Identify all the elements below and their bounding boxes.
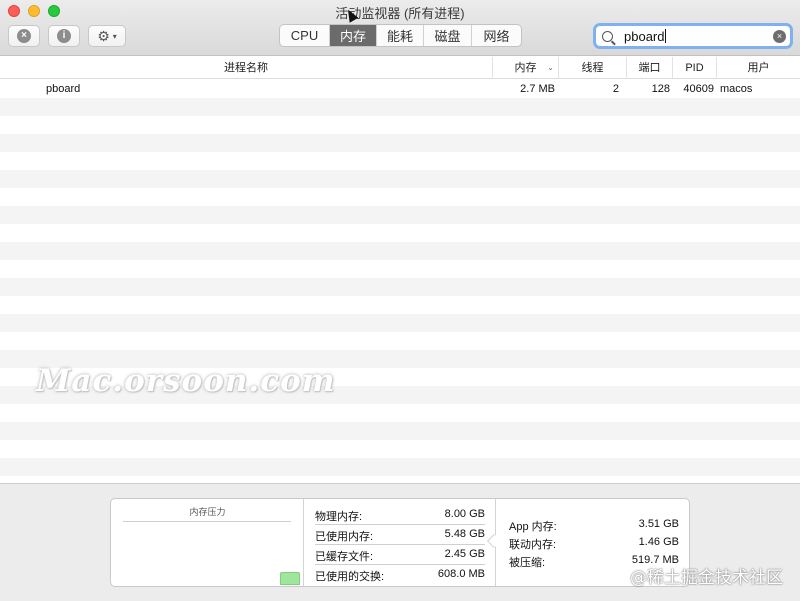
list-stripe <box>0 116 800 134</box>
stat-physical-memory: 物理内存: 8.00 GB <box>315 508 485 523</box>
stat-memory-used: 已使用内存: 5.48 GB <box>315 528 485 543</box>
window-title: 活动监视器 (所有进程) <box>335 6 465 21</box>
process-user: macos <box>720 83 753 95</box>
table-row[interactable]: pboard 2.7 MB 2 128 40609 macos <box>0 80 800 98</box>
memory-pressure-graph: 内存压力 <box>111 499 304 586</box>
tab-network[interactable]: 网络 <box>472 25 521 46</box>
column-memory[interactable]: 内存 ⌄ <box>492 57 558 79</box>
list-stripe <box>0 98 800 116</box>
activity-monitor-window: 活动监视器 (所有进程) × i ⚙ ▾ CPU 内存 能耗 磁盘 网络 pbo… <box>0 0 800 601</box>
process-list: pboard 2.7 MB 2 128 40609 macos Mac.orso… <box>0 80 800 483</box>
tab-memory[interactable]: 内存 <box>330 25 377 46</box>
search-input[interactable]: pboard <box>624 28 667 44</box>
inspect-process-button[interactable]: i <box>48 25 80 47</box>
process-memory: 2.7 MB <box>520 83 555 95</box>
pressure-graph-baseline <box>123 521 291 522</box>
list-stripe <box>0 332 800 350</box>
list-stripe <box>0 404 800 422</box>
stat-swap-used: 已使用的交换: 608.0 MB <box>315 568 485 583</box>
list-stripe <box>0 296 800 314</box>
list-stripe <box>0 458 800 476</box>
info-circle-icon: i <box>57 29 71 43</box>
list-stripe <box>0 206 800 224</box>
list-stripe <box>0 224 800 242</box>
stop-process-button[interactable]: × <box>8 25 40 47</box>
x-circle-icon: × <box>17 29 31 43</box>
sort-descending-icon: ⌄ <box>547 63 554 72</box>
column-pid[interactable]: PID <box>672 57 716 79</box>
category-tabs: CPU 内存 能耗 磁盘 网络 <box>279 24 522 47</box>
list-stripe <box>0 422 800 440</box>
stat-app-memory: App 内存: 3.51 GB <box>509 518 679 533</box>
toolbar: 活动监视器 (所有进程) × i ⚙ ▾ CPU 内存 能耗 磁盘 网络 pbo… <box>0 0 800 56</box>
gear-icon: ⚙ <box>97 27 110 44</box>
column-user[interactable]: 用户 <box>716 57 800 79</box>
list-stripe <box>0 314 800 332</box>
column-header: 进程名称 内存 ⌄ 线程 端口 PID 用户 <box>0 57 800 79</box>
list-stripe <box>0 278 800 296</box>
tab-energy[interactable]: 能耗 <box>377 25 424 46</box>
process-name: pboard <box>46 83 81 95</box>
list-stripe <box>0 260 800 278</box>
process-ports: 128 <box>651 83 670 95</box>
list-stripe <box>0 170 800 188</box>
search-icon <box>602 30 613 42</box>
memory-pressure-title: 内存压力 <box>189 507 226 517</box>
physical-memory-stats: 物理内存: 8.00 GB 已使用内存: 5.48 GB 已缓存文件: 2.45… <box>305 499 495 586</box>
list-stripe <box>0 440 800 458</box>
memory-pressure-bar <box>280 572 300 585</box>
action-menu-button[interactable]: ⚙ ▾ <box>88 25 126 47</box>
source-credit: @稀土掘金技术社区 <box>630 568 783 588</box>
chevron-down-icon: ▾ <box>112 31 117 41</box>
list-stripe <box>0 134 800 152</box>
process-pid: 40609 <box>683 83 714 95</box>
stat-cached-files: 已缓存文件: 2.45 GB <box>315 548 485 563</box>
process-threads: 2 <box>612 83 619 95</box>
list-stripe <box>0 188 800 206</box>
stat-wired-memory: 联动内存: 1.46 GB <box>509 536 679 551</box>
memory-summary-panel: 内存压力 物理内存: 8.00 GB 已使用内存: 5.48 GB 已缓存文件:… <box>110 498 690 587</box>
clear-search-icon[interactable]: × <box>773 30 786 43</box>
column-process-name[interactable]: 进程名称 <box>0 57 492 79</box>
list-stripe <box>0 242 800 260</box>
search-field[interactable]: pboard × <box>593 23 793 49</box>
tab-disk[interactable]: 磁盘 <box>424 25 472 46</box>
watermark: Mac.orsoon.com <box>36 363 336 399</box>
column-ports[interactable]: 端口 <box>626 57 672 79</box>
tab-cpu[interactable]: CPU <box>280 25 330 46</box>
list-stripe <box>0 152 800 170</box>
column-threads[interactable]: 线程 <box>558 57 626 79</box>
